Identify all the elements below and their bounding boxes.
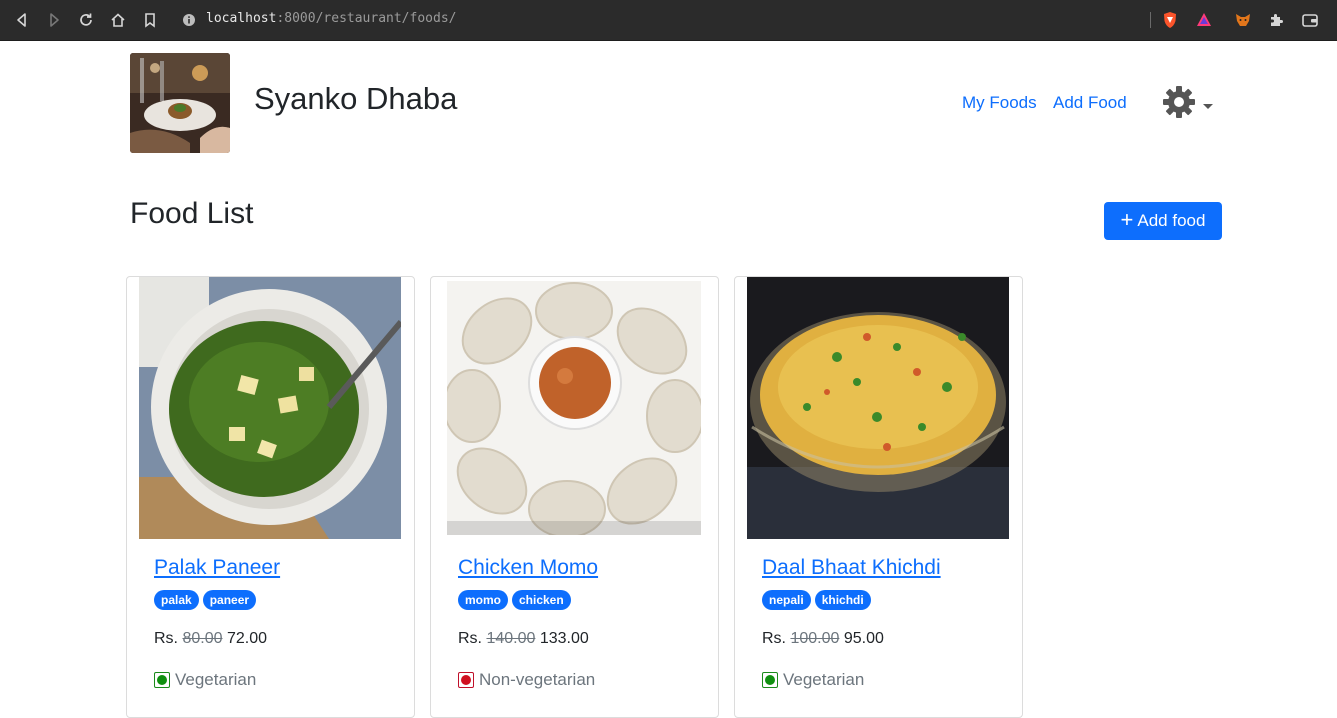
currency-label: Rs.	[154, 630, 178, 647]
discounted-price: 95.00	[843, 630, 884, 647]
plus-icon: +	[1120, 207, 1134, 232]
food-tags: palak paneer	[154, 590, 257, 610]
food-card: Daal Bhaat Khichdi nepali khichdi Rs. 10…	[734, 276, 1023, 718]
diet-label: Non-vegetarian	[479, 670, 596, 689]
brave-shield-icon[interactable]	[1161, 11, 1179, 29]
tag-badge[interactable]: khichdi	[814, 590, 871, 610]
diet-label: Vegetarian	[175, 670, 257, 689]
original-price: 140.00	[486, 630, 536, 647]
metamask-icon[interactable]	[1234, 11, 1252, 29]
food-title-link[interactable]: Daal Bhaat Khichdi	[762, 556, 941, 580]
food-title-link[interactable]: Chicken Momo	[458, 556, 598, 580]
diet-info: Vegetarian	[762, 670, 864, 690]
address-bar[interactable]: localhost:8000/restaurant/foods/	[176, 8, 1146, 32]
food-title-link[interactable]: Palak Paneer	[154, 556, 280, 580]
discounted-price: 72.00	[226, 630, 267, 647]
currency-label: Rs.	[762, 630, 786, 647]
tag-badge[interactable]: nepali	[762, 590, 811, 610]
discounted-price: 133.00	[539, 630, 589, 647]
food-price: Rs. 140.00 133.00	[458, 630, 589, 648]
site-info-icon[interactable]	[182, 12, 196, 26]
chevron-down-icon[interactable]	[1203, 104, 1213, 109]
tag-badge[interactable]: palak	[154, 590, 199, 610]
back-icon[interactable]	[13, 11, 31, 29]
restaurant-name[interactable]: Syanko Dhaba	[254, 81, 457, 117]
extensions-icon[interactable]	[1267, 11, 1285, 29]
restaurant-logo[interactable]	[130, 53, 230, 153]
url-host: localhost	[206, 11, 277, 26]
food-tags: momo chicken	[458, 590, 571, 610]
tag-badge[interactable]: momo	[458, 590, 508, 610]
add-food-button[interactable]: + Add food	[1104, 202, 1222, 240]
food-image	[747, 277, 1009, 539]
wallet-icon[interactable]	[1301, 11, 1319, 29]
bookmark-icon[interactable]	[141, 11, 159, 29]
original-price: 80.00	[182, 630, 223, 647]
food-image	[447, 281, 701, 535]
veg-indicator-icon	[762, 672, 778, 688]
url-path: :8000/restaurant/foods/	[276, 11, 457, 26]
original-price: 100.00	[790, 630, 840, 647]
veg-indicator-icon	[154, 672, 170, 688]
food-card: Chicken Momo momo chicken Rs. 140.00 133…	[430, 276, 719, 718]
food-price: Rs. 80.00 72.00	[154, 630, 267, 648]
add-food-button-label: Add food	[1137, 211, 1206, 230]
settings-gear-icon[interactable]	[1162, 85, 1196, 119]
toolbar-divider	[1150, 12, 1151, 28]
brave-rewards-icon[interactable]	[1195, 11, 1213, 29]
food-tags: nepali khichdi	[762, 590, 871, 610]
diet-info: Non-vegetarian	[458, 670, 595, 690]
tag-badge[interactable]: paneer	[202, 590, 257, 610]
page-title: Food List	[130, 197, 254, 230]
nav-add-food[interactable]: Add Food	[1053, 93, 1127, 113]
food-image	[139, 277, 401, 539]
food-price: Rs. 100.00 95.00	[762, 630, 884, 648]
food-card: Palak Paneer palak paneer Rs. 80.00 72.0…	[126, 276, 415, 718]
url-text[interactable]: localhost:8000/restaurant/foods/	[206, 11, 456, 26]
forward-icon[interactable]	[45, 11, 63, 29]
diet-label: Vegetarian	[783, 670, 865, 689]
reload-icon[interactable]	[77, 11, 95, 29]
browser-toolbar: localhost:8000/restaurant/foods/	[0, 0, 1337, 41]
nav-my-foods[interactable]: My Foods	[962, 93, 1037, 113]
tag-badge[interactable]: chicken	[512, 590, 571, 610]
non-veg-indicator-icon	[458, 672, 474, 688]
home-icon[interactable]	[109, 11, 127, 29]
currency-label: Rs.	[458, 630, 482, 647]
diet-info: Vegetarian	[154, 670, 256, 690]
